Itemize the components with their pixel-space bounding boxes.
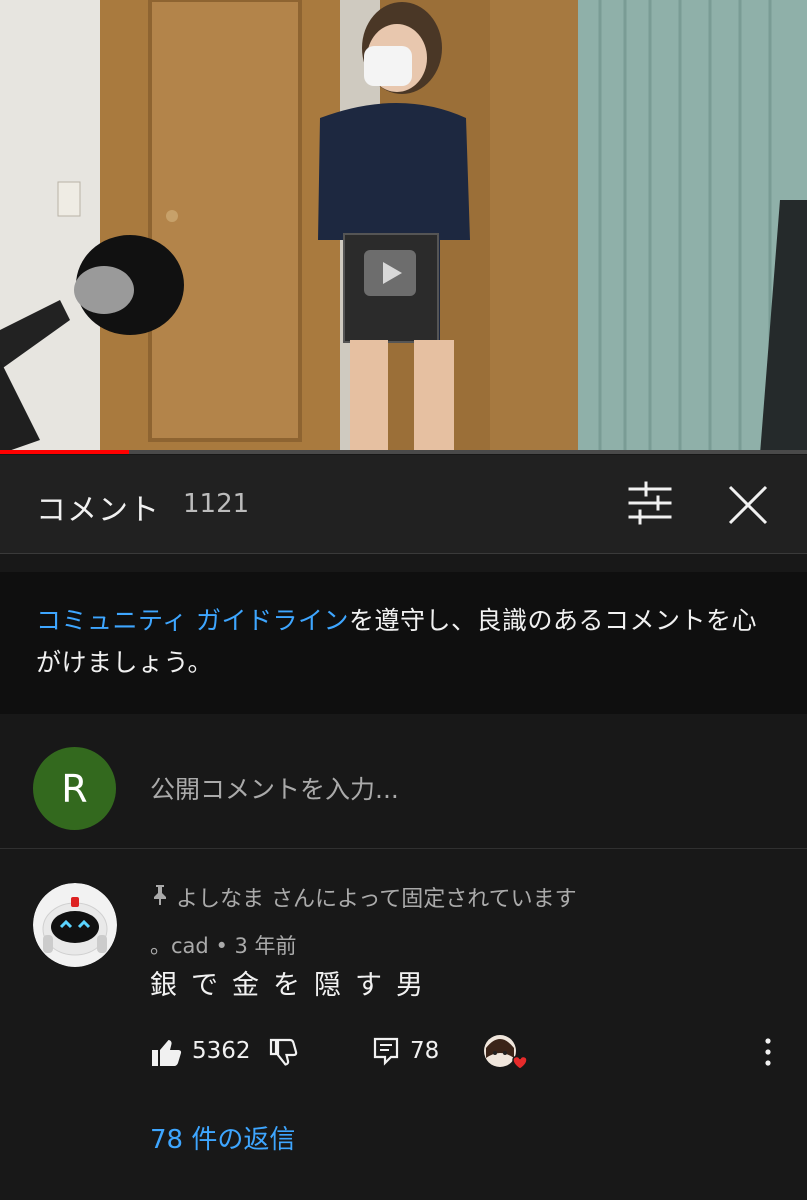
commenter-avatar[interactable] xyxy=(33,883,117,967)
progress-fill xyxy=(0,450,130,454)
comment-time[interactable]: 3 年前 xyxy=(235,934,297,958)
comments-count: 1121 xyxy=(183,489,250,519)
comment-meta: 。cad • 3 年前 xyxy=(150,930,297,960)
thumbs-down-icon[interactable] xyxy=(268,1036,298,1068)
like-count: 5362 xyxy=(192,1038,251,1064)
pinned-text: よしなま さんによって固定されています xyxy=(176,887,577,912)
comment-text: 銀で金を隠す男 xyxy=(150,970,437,1001)
reply-icon[interactable] xyxy=(372,1036,400,1066)
comments-title: コメント xyxy=(36,493,160,528)
view-replies-button[interactable]: 78 件の返信 xyxy=(150,1119,295,1156)
comment-actions: 5362 78 xyxy=(150,1034,790,1078)
meta-separator: • xyxy=(215,934,228,958)
video-player[interactable] xyxy=(0,0,807,454)
guideline-banner: コミュニティ ガイドラインを遵守し、良識のあるコメントを心がけましょう。 xyxy=(0,572,807,714)
pin-icon xyxy=(150,883,170,911)
comment-author[interactable]: 。cad xyxy=(150,934,209,958)
avatar: R xyxy=(33,747,116,830)
creator-heart-icon xyxy=(483,1034,529,1074)
reply-count: 78 xyxy=(410,1038,440,1064)
pinned-label: よしなま さんによって固定されています xyxy=(150,881,577,913)
comment-input[interactable]: 公開コメントを入力... xyxy=(150,770,399,806)
video-frame xyxy=(0,0,807,454)
community-guidelines-link[interactable]: コミュニティ ガイドライン xyxy=(36,606,349,635)
sliders-icon[interactable] xyxy=(622,481,678,525)
guideline-text: コミュニティ ガイドラインを遵守し、良識のあるコメントを心がけましょう。 xyxy=(36,600,771,684)
comment-composer: R 公開コメントを入力... xyxy=(0,714,807,849)
close-icon[interactable] xyxy=(722,479,774,531)
comments-header: コメント 1121 xyxy=(0,455,807,554)
thumbs-up-icon[interactable] xyxy=(150,1036,182,1068)
comment-item: よしなま さんによって固定されています 。cad • 3 年前 銀で金を隠す男 … xyxy=(0,849,807,1200)
progress-bar[interactable] xyxy=(0,450,807,454)
more-options-icon[interactable] xyxy=(758,1036,778,1068)
